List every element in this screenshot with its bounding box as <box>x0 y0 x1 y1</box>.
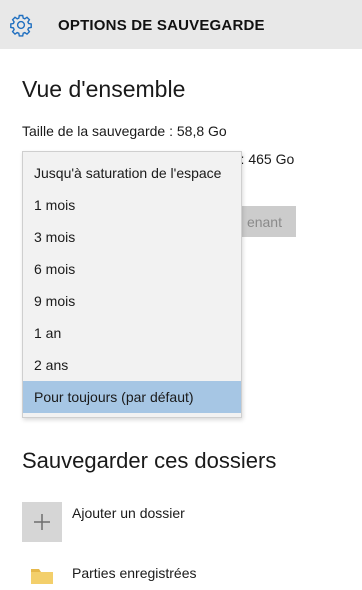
dropdown-option-6-months[interactable]: 6 mois <box>23 253 241 285</box>
dropdown-option-9-months[interactable]: 9 mois <box>23 285 241 317</box>
backup-size-text: Taille de la sauvegarde : 58,8 Go <box>22 123 227 139</box>
gear-icon[interactable] <box>9 13 33 37</box>
folder-item-saved-games[interactable]: Parties enregistrées <box>72 565 197 581</box>
folders-heading: Sauvegarder ces dossiers <box>22 448 277 473</box>
dropdown-option-3-months[interactable]: 3 mois <box>23 221 241 253</box>
dropdown-option-1-month[interactable]: 1 mois <box>23 189 241 221</box>
plus-icon <box>22 514 62 545</box>
dropdown-option-2-years[interactable]: 2 ans <box>23 349 241 381</box>
dropdown-option-1-year[interactable]: 1 an <box>23 317 241 349</box>
dropdown-option-forever[interactable]: Pour toujours (par défaut) <box>23 381 241 413</box>
keep-backups-dropdown[interactable]: Jusqu'à saturation de l'espace 1 mois 3 … <box>22 151 242 418</box>
page-header: OPTIONS DE SAUVEGARDE <box>0 0 362 49</box>
add-folder-label[interactable]: Ajouter un dossier <box>72 505 185 521</box>
folder-icon <box>29 565 55 585</box>
overview-heading: Vue d'ensemble <box>22 76 186 102</box>
dropdown-option-until-full[interactable]: Jusqu'à saturation de l'espace <box>23 157 241 189</box>
page-title: OPTIONS DE SAUVEGARDE <box>58 17 265 34</box>
add-folder-button[interactable] <box>22 502 62 542</box>
